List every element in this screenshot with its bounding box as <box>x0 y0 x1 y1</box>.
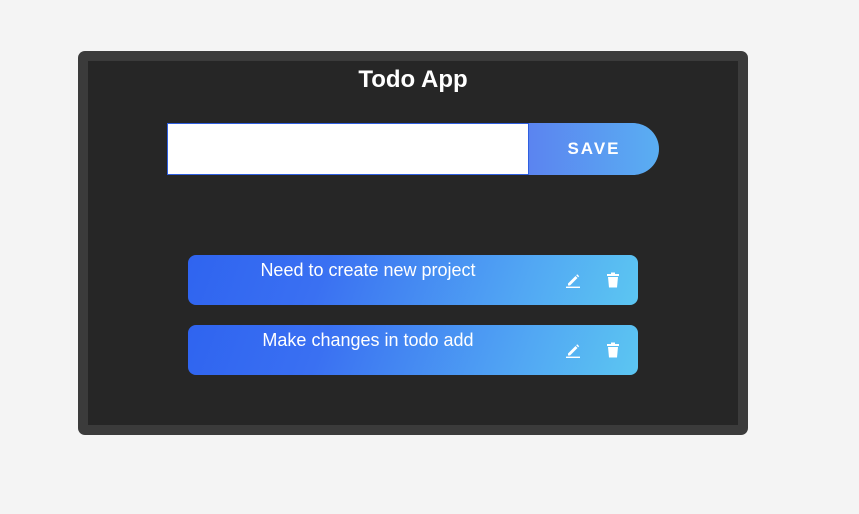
add-todo-form: SAVE <box>167 123 659 175</box>
todo-text: Need to create new project <box>260 260 476 280</box>
todo-text: Make changes in todo add <box>262 330 474 350</box>
app-title: Todo App <box>358 66 468 93</box>
app-panel: Todo App SAVE Need to create new project <box>88 61 738 425</box>
todo-item: Make changes in todo add <box>188 325 638 375</box>
todo-actions <box>562 339 624 361</box>
todo-list: Need to create new project Make changes … <box>188 255 638 395</box>
todo-actions <box>562 269 624 291</box>
pencil-icon[interactable] <box>562 339 584 361</box>
todo-item: Need to create new project <box>188 255 638 305</box>
trash-icon[interactable] <box>602 339 624 361</box>
trash-icon[interactable] <box>602 269 624 291</box>
todo-input[interactable] <box>167 123 529 175</box>
save-button[interactable]: SAVE <box>529 123 659 175</box>
pencil-icon[interactable] <box>562 269 584 291</box>
app-frame: Todo App SAVE Need to create new project <box>78 51 748 435</box>
